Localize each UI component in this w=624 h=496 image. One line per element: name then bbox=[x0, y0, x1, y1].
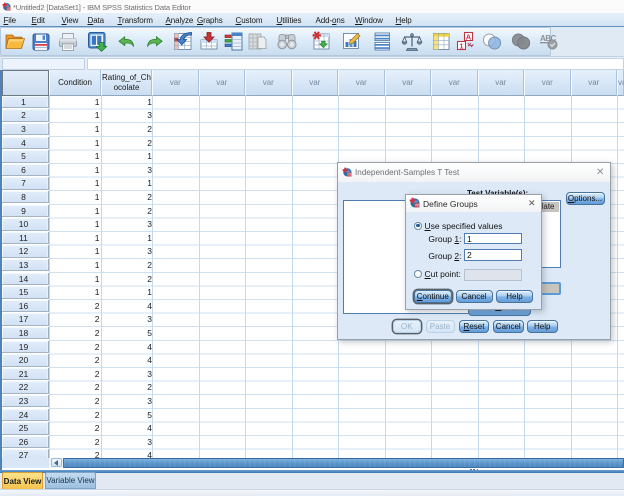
svg-text:A: A bbox=[466, 32, 472, 41]
svg-text:1: 1 bbox=[459, 41, 463, 50]
